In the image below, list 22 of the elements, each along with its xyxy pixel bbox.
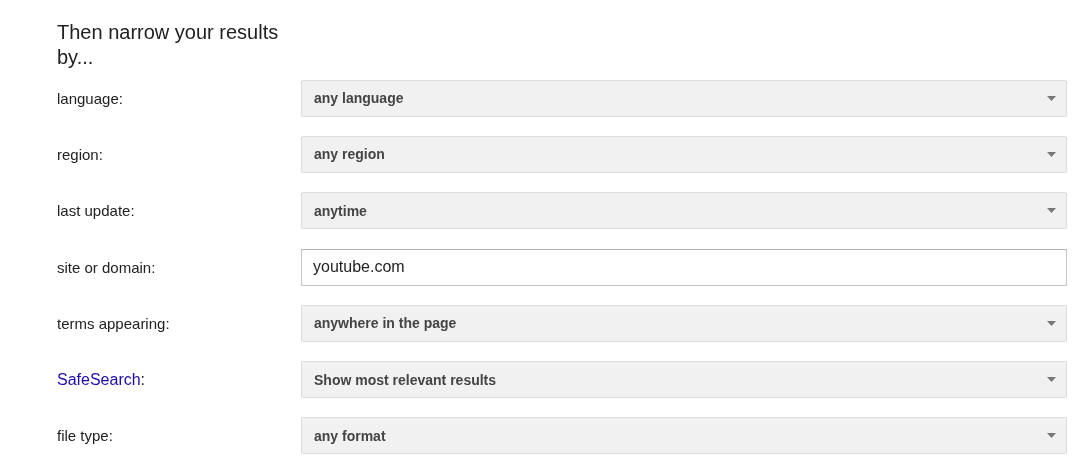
safesearch-link[interactable]: SafeSearch xyxy=(57,370,141,388)
field-label: last update: xyxy=(57,202,136,220)
field-label: language: xyxy=(57,89,124,107)
colon-text: : xyxy=(140,370,146,388)
dropdown[interactable]: any format xyxy=(301,417,1067,455)
input-field[interactable]: youtube.com xyxy=(301,248,1067,286)
caret-icon xyxy=(1047,377,1056,383)
section-heading: Then narrow your results by... xyxy=(57,20,280,70)
dropdown[interactable]: any language xyxy=(301,79,1067,117)
caret-icon xyxy=(1047,320,1056,326)
caret-icon xyxy=(1047,208,1056,214)
caret-icon xyxy=(1047,95,1056,101)
field-label: region: xyxy=(57,145,104,163)
field-label: terms appearing: xyxy=(57,314,171,332)
dropdown[interactable]: Show most relevant results xyxy=(301,361,1067,399)
field-label: site or domain: xyxy=(57,258,157,276)
field-label: file type: xyxy=(57,427,114,445)
dropdown[interactable]: any region xyxy=(301,135,1067,173)
caret-icon xyxy=(1047,151,1056,157)
dropdown[interactable]: anytime xyxy=(301,192,1067,230)
caret-icon xyxy=(1047,433,1056,439)
dropdown[interactable]: anywhere in the page xyxy=(301,304,1067,342)
